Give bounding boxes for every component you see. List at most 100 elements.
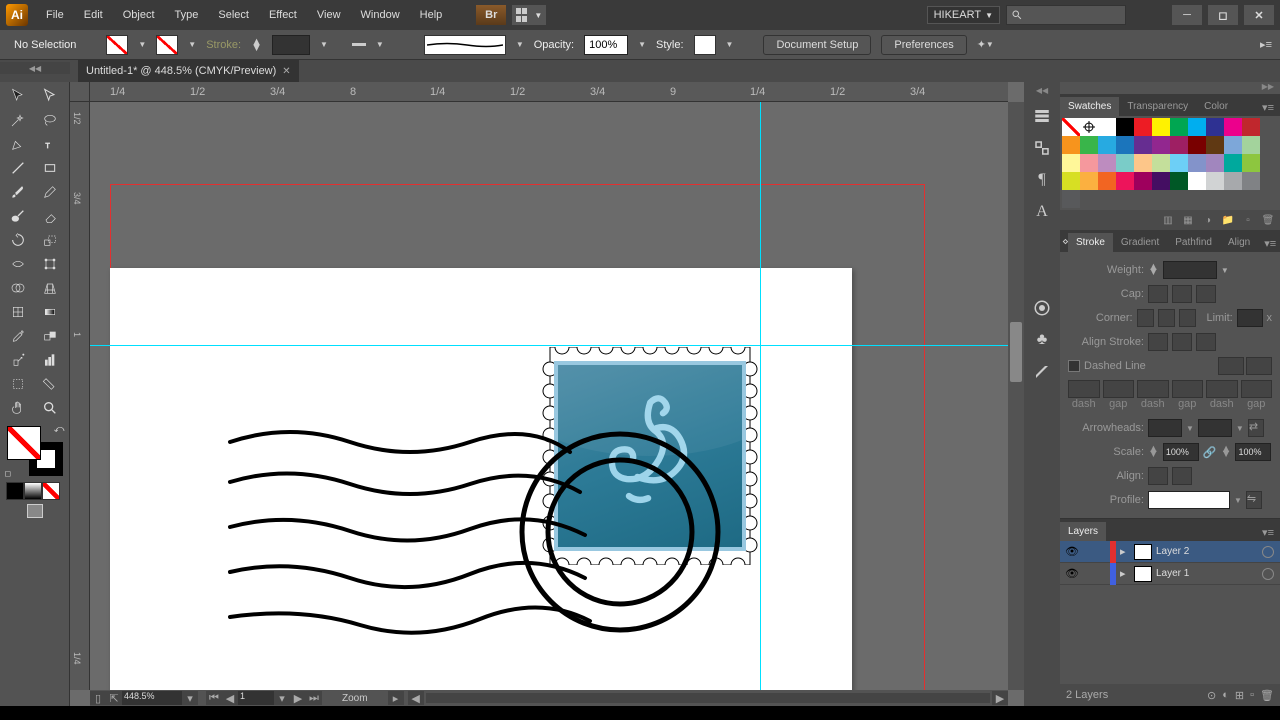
swatch[interactable] bbox=[1116, 154, 1134, 172]
canvas[interactable] bbox=[90, 102, 1008, 690]
export-button[interactable]: ⇱ bbox=[106, 691, 122, 705]
tab-stroke[interactable]: Stroke bbox=[1068, 233, 1113, 252]
stroke-panel-menu[interactable]: ▾≡ bbox=[1258, 235, 1280, 252]
paragraph-panel-icon[interactable]: ¶ bbox=[1028, 166, 1056, 194]
screen-mode-button[interactable] bbox=[21, 504, 49, 528]
swatch[interactable] bbox=[1098, 136, 1116, 154]
menu-effect[interactable]: Effect bbox=[259, 3, 307, 27]
tab-align[interactable]: Align bbox=[1220, 233, 1258, 252]
new-layer-button[interactable]: ▫ bbox=[1250, 689, 1254, 702]
align-stroke-center[interactable] bbox=[1148, 333, 1168, 351]
swatch[interactable] bbox=[1188, 136, 1206, 154]
symbol-sprayer-tool[interactable] bbox=[2, 348, 34, 372]
hand-tool[interactable] bbox=[2, 396, 34, 420]
opacity-field[interactable]: 100% bbox=[584, 35, 628, 55]
tab-pathfinder[interactable]: Pathfind bbox=[1167, 233, 1220, 252]
swatch-options-button[interactable]: ◑ bbox=[1200, 213, 1216, 227]
dock-collapse-button[interactable]: ▶▶ bbox=[1060, 82, 1280, 94]
layer-name-label[interactable]: Layer 1 bbox=[1156, 568, 1258, 579]
stroke-weight-field[interactable] bbox=[272, 35, 310, 55]
next-page-button[interactable]: ▶ bbox=[290, 691, 306, 705]
cap-butt-button[interactable] bbox=[1148, 285, 1168, 303]
new-swatch-button[interactable]: ▫ bbox=[1240, 213, 1256, 227]
arrow-scale-end[interactable]: 100% bbox=[1235, 443, 1271, 461]
brushes-panel-icon[interactable] bbox=[1028, 358, 1056, 386]
menu-object[interactable]: Object bbox=[113, 3, 165, 27]
rotate-tool[interactable] bbox=[2, 228, 34, 252]
align-to-button[interactable]: ✦▼ bbox=[977, 38, 994, 51]
first-page-button[interactable]: ⏮ bbox=[206, 691, 222, 705]
search-input[interactable] bbox=[1006, 5, 1126, 25]
scroll-right-button[interactable]: ▶ bbox=[992, 691, 1008, 705]
slice-tool[interactable] bbox=[34, 372, 66, 396]
swatch[interactable] bbox=[1242, 118, 1260, 136]
swatch[interactable] bbox=[1242, 172, 1260, 190]
swatch[interactable] bbox=[1152, 172, 1170, 190]
dash-3-input[interactable] bbox=[1206, 380, 1238, 398]
column-graph-tool[interactable] bbox=[34, 348, 66, 372]
layers-panel-menu[interactable]: ▾≡ bbox=[1256, 524, 1280, 541]
swatch[interactable] bbox=[1062, 190, 1080, 208]
swatch[interactable] bbox=[1116, 118, 1134, 136]
first-artboard-button[interactable]: ▯ bbox=[90, 691, 106, 705]
horizontal-ruler[interactable]: 1/4 1/2 3/4 8 1/4 1/2 3/4 9 1/4 1/2 3/4 bbox=[90, 82, 1008, 102]
rectangle-tool[interactable] bbox=[34, 156, 66, 180]
menu-edit[interactable]: Edit bbox=[74, 3, 113, 27]
expand-layer-icon[interactable]: ▸ bbox=[1120, 567, 1130, 580]
swatch[interactable] bbox=[1170, 118, 1188, 136]
align-stroke-inside[interactable] bbox=[1172, 333, 1192, 351]
color-guide-icon[interactable] bbox=[1028, 102, 1056, 130]
menu-select[interactable]: Select bbox=[208, 3, 259, 27]
width-tool[interactable] bbox=[2, 252, 34, 276]
new-color-group-button[interactable]: 📁 bbox=[1220, 213, 1236, 227]
dash-preserve-button[interactable] bbox=[1218, 357, 1244, 375]
pen-tool[interactable] bbox=[2, 132, 34, 156]
layer-name-label[interactable]: Layer 2 bbox=[1156, 546, 1258, 557]
swatch[interactable] bbox=[1098, 172, 1116, 190]
strip-expand-button[interactable]: ◀◀ bbox=[1024, 86, 1060, 98]
swatch[interactable] bbox=[1080, 154, 1098, 172]
tab-gradient[interactable]: Gradient bbox=[1113, 233, 1167, 252]
arrowhead-start[interactable] bbox=[1148, 419, 1182, 437]
locate-object-button[interactable]: ⊙ bbox=[1207, 689, 1216, 702]
shape-builder-tool[interactable] bbox=[2, 276, 34, 300]
appearance-panel-icon[interactable] bbox=[1028, 294, 1056, 322]
swatch[interactable] bbox=[1152, 154, 1170, 172]
close-button[interactable]: ✕ bbox=[1244, 5, 1274, 25]
swatch[interactable] bbox=[1224, 118, 1242, 136]
swatch[interactable] bbox=[1062, 136, 1080, 154]
swap-arrowheads-button[interactable]: ⇄ bbox=[1248, 419, 1264, 437]
scroll-left-button[interactable]: ◀ bbox=[408, 691, 424, 705]
eyedropper-tool[interactable] bbox=[2, 324, 34, 348]
paintbrush-tool[interactable] bbox=[2, 180, 34, 204]
artboard-number-field[interactable]: 1 bbox=[238, 691, 274, 705]
status-dropdown[interactable]: ▸ bbox=[388, 691, 404, 705]
menu-type[interactable]: Type bbox=[165, 3, 209, 27]
swatch[interactable] bbox=[1098, 154, 1116, 172]
perspective-grid-tool[interactable] bbox=[34, 276, 66, 300]
delete-layer-button[interactable]: 🗑 bbox=[1260, 689, 1274, 702]
swatch[interactable] bbox=[1224, 136, 1242, 154]
profile-flip-button[interactable]: ⇋ bbox=[1246, 491, 1262, 509]
gap-1-input[interactable] bbox=[1103, 380, 1135, 398]
symbols-panel-icon[interactable]: ♣ bbox=[1028, 326, 1056, 354]
mesh-tool[interactable] bbox=[2, 300, 34, 324]
swatch[interactable] bbox=[1080, 136, 1098, 154]
gap-2-input[interactable] bbox=[1172, 380, 1204, 398]
swatch[interactable] bbox=[1242, 136, 1260, 154]
last-page-button[interactable]: ⏭ bbox=[306, 691, 322, 705]
swatch[interactable] bbox=[1062, 172, 1080, 190]
arrange-documents-button[interactable]: ▼ bbox=[512, 5, 546, 25]
character-panel-icon[interactable]: A bbox=[1028, 198, 1056, 226]
swatch[interactable] bbox=[1170, 154, 1188, 172]
swatch[interactable] bbox=[1170, 172, 1188, 190]
swatch[interactable] bbox=[1116, 172, 1134, 190]
swatch[interactable] bbox=[1134, 154, 1152, 172]
stroke-width-preset[interactable] bbox=[352, 43, 366, 46]
transform-panel-icon[interactable] bbox=[1028, 134, 1056, 162]
visibility-toggle[interactable]: 👁 bbox=[1060, 545, 1084, 558]
zoom-dropdown[interactable]: ▾ bbox=[182, 691, 198, 705]
selection-tool[interactable] bbox=[2, 84, 34, 108]
layer-target-button[interactable] bbox=[1262, 568, 1274, 580]
swatch[interactable] bbox=[1206, 136, 1224, 154]
